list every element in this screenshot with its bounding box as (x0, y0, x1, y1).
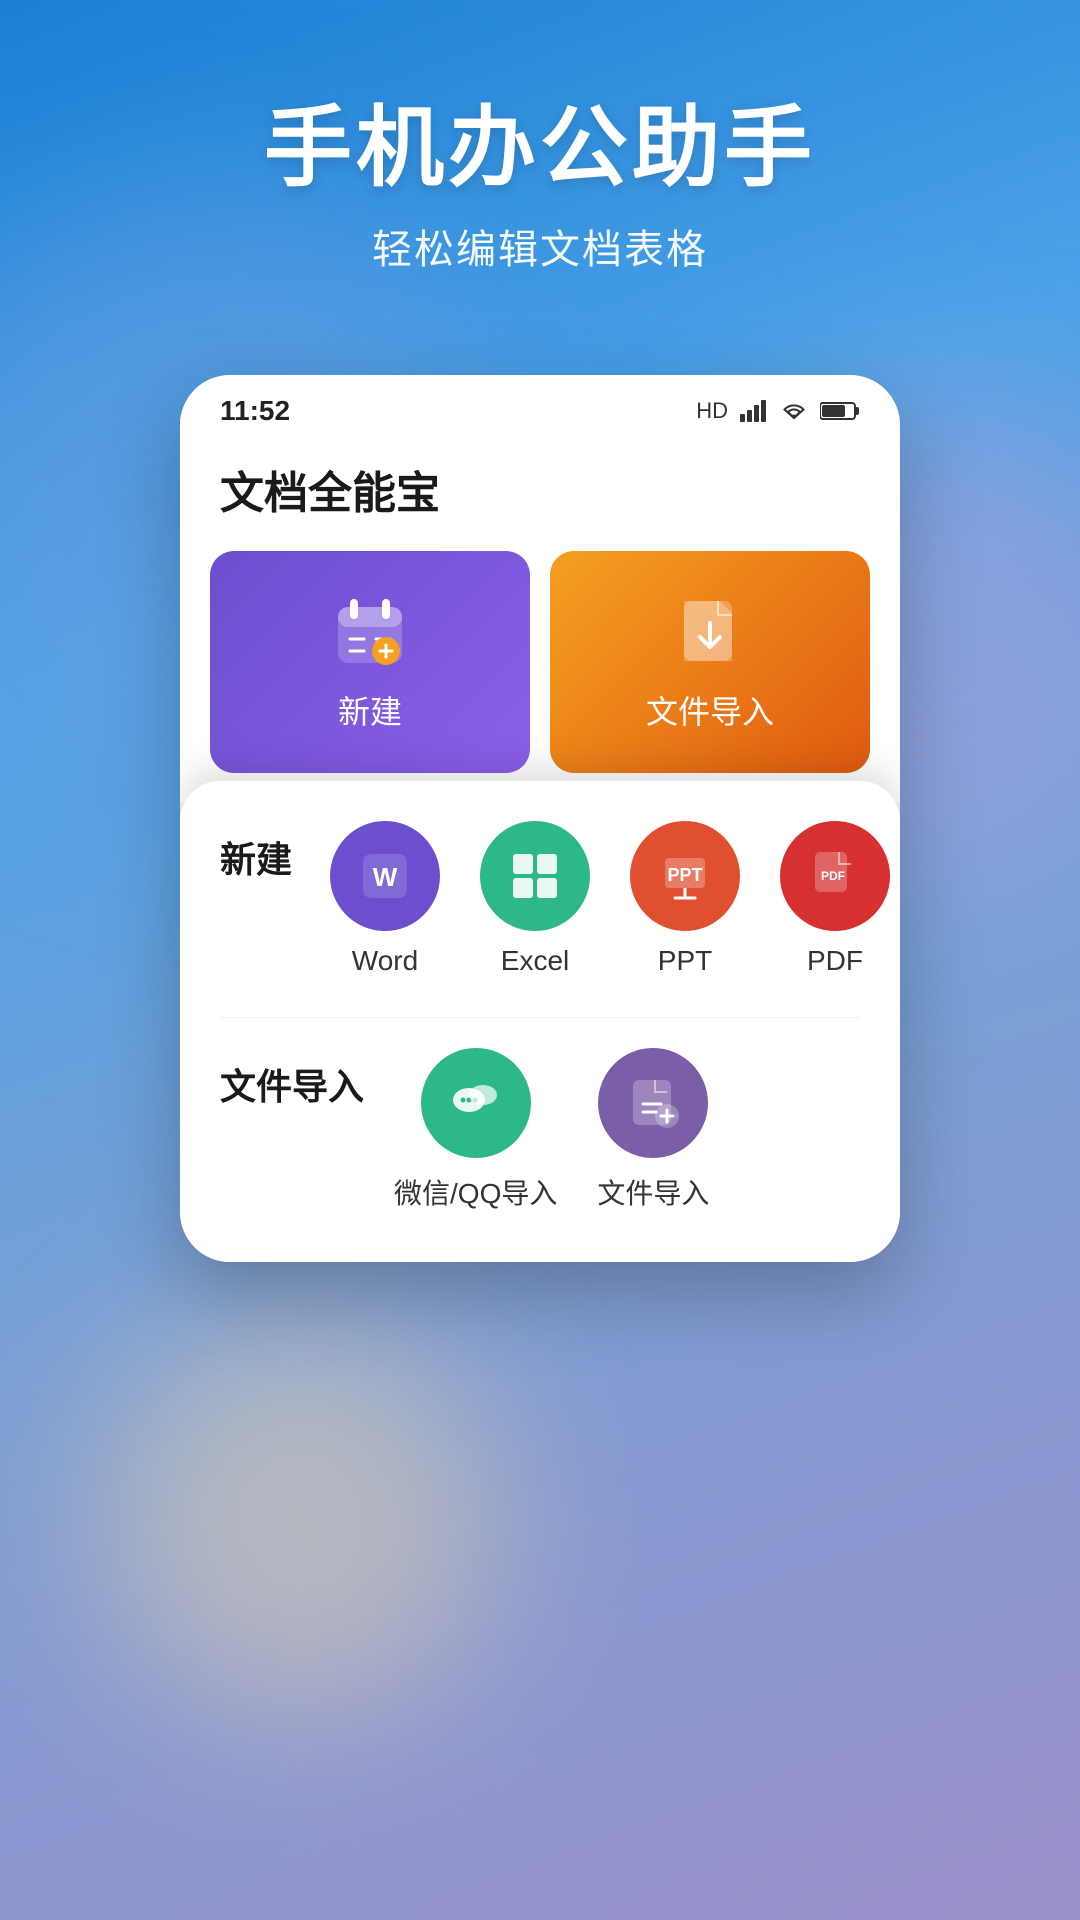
new-icon (330, 591, 410, 671)
popup-overlay: 新建 W Word (180, 781, 900, 1262)
svg-text:W: W (373, 862, 398, 892)
signal-icon (740, 400, 768, 422)
app-name: 文档全能宝 (220, 457, 860, 521)
pdf-icon-circle: PDF (780, 821, 890, 931)
popup-pdf-item[interactable]: PDF PDF (780, 821, 890, 977)
main-subtitle: 轻松编辑文档表格 (60, 217, 1020, 275)
phone-mockup: 11:52 HD (180, 375, 900, 1262)
status-bar: 11:52 HD (180, 375, 900, 437)
import-icon (670, 591, 750, 671)
import-button[interactable]: 文件导入 (550, 551, 870, 773)
app-title-section: 文档全能宝 (180, 437, 900, 551)
popup-import-icons: 微信/QQ导入 文 (394, 1048, 709, 1212)
app-header-area: 手机办公助手 轻松编辑文档表格 (0, 0, 1080, 335)
popup-new-icons: W Word Excel (330, 821, 890, 977)
main-actions-row: 新建 文件导入 (180, 551, 900, 803)
popup-import-section: 文件导入 微信/QQ导入 (220, 1048, 860, 1212)
wechat-icon-circle (421, 1048, 531, 1158)
svg-text:PDF: PDF (821, 869, 845, 883)
battery-icon (820, 400, 860, 422)
excel-icon-circle (480, 821, 590, 931)
ppt-label: PPT (658, 945, 712, 977)
excel-label: Excel (501, 945, 569, 977)
new-label: 新建 (338, 687, 402, 733)
popup-new-label-area: 新建 (220, 821, 300, 913)
word-label: Word (352, 945, 418, 977)
status-icons-group: HD (696, 398, 860, 424)
popup-divider (220, 1017, 860, 1018)
popup-import-title: 文件导入 (220, 1058, 364, 1110)
popup-word-item[interactable]: W Word (330, 821, 440, 977)
wifi-icon (780, 400, 808, 422)
popup-import-label-area: 文件导入 (220, 1048, 364, 1140)
popup-ppt-item[interactable]: PPT PPT (630, 821, 740, 977)
popup-new-title: 新建 (220, 831, 300, 883)
wechat-label: 微信/QQ导入 (394, 1172, 557, 1212)
file-import-icon-circle (598, 1048, 708, 1158)
svg-text:PPT: PPT (667, 865, 702, 885)
bg-decoration-3 (100, 1320, 500, 1720)
status-time: 11:52 (220, 395, 290, 427)
new-button[interactable]: 新建 (210, 551, 530, 773)
import-label: 文件导入 (646, 687, 774, 733)
popup-excel-item[interactable]: Excel (480, 821, 590, 977)
ppt-icon-circle: PPT (630, 821, 740, 931)
hd-icon: HD (696, 398, 728, 424)
popup-new-section: 新建 W Word (220, 821, 860, 1017)
word-icon-circle: W (330, 821, 440, 931)
pdf-label: PDF (807, 945, 863, 977)
popup-wechat-item[interactable]: 微信/QQ导入 (394, 1048, 557, 1212)
file-import-label: 文件导入 (597, 1172, 709, 1212)
popup-file-import-item[interactable]: 文件导入 (597, 1048, 709, 1212)
main-title: 手机办公助手 (60, 100, 1020, 197)
